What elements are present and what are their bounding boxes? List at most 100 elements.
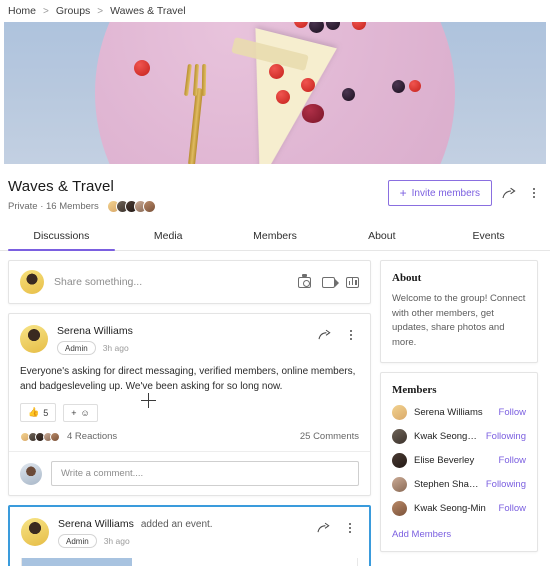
add-members-link[interactable]: Add Members <box>392 529 526 540</box>
more-vertical-icon[interactable] <box>526 185 542 201</box>
avatar <box>392 428 407 444</box>
tab-members[interactable]: Members <box>222 223 329 250</box>
list-item: Serena Williams Follow <box>392 404 526 420</box>
group-page: Home > Groups > Wawes & Travel Waves & T… <box>0 0 550 566</box>
post-body: Serena Williams Admin 3h ago Everyone's … <box>9 314 370 451</box>
about-title: About <box>392 272 422 284</box>
reaction-avatar-stack <box>20 431 60 442</box>
member-name[interactable]: Stephen Shawa.. <box>414 479 479 490</box>
follow-button[interactable]: Following <box>486 431 526 442</box>
member-name[interactable]: Serena Williams <box>414 407 492 418</box>
avatar <box>21 518 49 546</box>
follow-button[interactable]: Following <box>486 479 526 490</box>
tab-about[interactable]: About <box>328 223 435 250</box>
post-actions <box>316 518 358 536</box>
content-area: Share something... Serena Williams Admin… <box>0 251 550 566</box>
berry <box>276 90 290 104</box>
plus-icon: + <box>399 186 407 200</box>
follow-button[interactable]: Follow <box>499 407 526 418</box>
member-name[interactable]: Kwak Seong-Min <box>414 431 479 442</box>
avatar <box>20 325 48 353</box>
group-meta: Private · 16 Members <box>8 200 156 213</box>
comments-count[interactable]: 25 Comments <box>300 431 359 442</box>
smiley-icon: ☺ <box>80 407 90 418</box>
members-card: Members Serena Williams Follow Kwak Seon… <box>380 371 538 552</box>
like-button[interactable]: 👍 5 <box>20 403 57 422</box>
follow-button[interactable]: Follow <box>499 503 526 514</box>
sidebar: About Welcome to the group! Connect with… <box>380 260 538 566</box>
member-avatar-stack[interactable] <box>106 200 156 213</box>
breadcrumb-item-home[interactable]: Home <box>8 5 36 17</box>
post-composer[interactable]: Share something... <box>8 260 371 304</box>
page-title: Waves & Travel <box>8 178 114 195</box>
status-badge: Admin <box>57 341 96 355</box>
share-icon[interactable] <box>316 520 332 536</box>
berry <box>392 80 405 93</box>
about-card: About Welcome to the group! Connect with… <box>380 260 538 363</box>
post-author-block: Serena Williams Admin 3h ago <box>57 325 308 355</box>
group-header: Waves & Travel Private · 16 Members + In… <box>0 164 550 223</box>
post-author-name[interactable]: Serena Williams <box>58 518 134 530</box>
berry <box>409 80 421 92</box>
more-vertical-icon[interactable] <box>342 520 358 536</box>
group-cover-image <box>4 22 546 164</box>
group-privacy-members: Private · 16 Members <box>8 201 99 212</box>
fork-tine <box>201 63 207 97</box>
post-card: Serena Williams Admin 3h ago Everyone's … <box>8 313 371 496</box>
member-name[interactable]: Elise Beverley <box>414 455 492 466</box>
avatar <box>392 404 407 420</box>
share-icon[interactable] <box>317 327 333 343</box>
share-icon[interactable] <box>501 185 517 201</box>
invite-members-label: Invite members <box>411 187 480 199</box>
cursor-crosshair-icon <box>141 393 156 408</box>
invite-members-button[interactable]: + Invite members <box>387 180 492 206</box>
post-header: Serena Williams Admin 3h ago <box>20 325 359 355</box>
group-identity: Waves & Travel Private · 16 Members <box>8 178 156 213</box>
berry <box>134 60 150 76</box>
add-reaction-button[interactable]: + ☺ <box>63 403 98 422</box>
post-timestamp: 3h ago <box>103 536 130 546</box>
avatar <box>392 476 407 492</box>
share-something-input[interactable]: Share something... <box>54 276 288 288</box>
post-header: Serena Williams added an event. Admin 3h… <box>21 518 358 548</box>
tab-media[interactable]: Media <box>115 223 222 250</box>
like-count: 5 <box>43 407 49 418</box>
tab-events[interactable]: Events <box>435 223 542 250</box>
breadcrumb-separator-icon: > <box>43 5 49 17</box>
follow-button[interactable]: Follow <box>499 455 526 466</box>
post-body: Serena Williams added an event. Admin 3h… <box>10 507 369 548</box>
avatar <box>20 270 44 294</box>
plus-icon: + <box>71 407 77 418</box>
avatar <box>50 431 60 442</box>
avatar <box>142 200 156 213</box>
video-icon[interactable] <box>322 276 339 288</box>
breadcrumb-item-groups[interactable]: Groups <box>56 5 90 17</box>
status-badge: Admin <box>58 534 97 548</box>
more-vertical-icon[interactable] <box>343 327 359 343</box>
event-card-preview[interactable] <box>21 558 358 566</box>
post-text: Everyone's asking for direct messaging, … <box>20 366 356 392</box>
member-name[interactable]: Kwak Seong-Min <box>414 503 492 514</box>
list-item: Elise Beverley Follow <box>392 452 526 468</box>
post-timestamp: 3h ago <box>102 343 129 353</box>
breadcrumb-item-current[interactable]: Wawes & Travel <box>110 5 185 17</box>
berry <box>342 88 355 101</box>
composer-icons <box>298 274 359 288</box>
post-counts: 4 Reactions 25 Comments <box>20 422 359 451</box>
reactions-count[interactable]: 4 Reactions <box>67 431 117 442</box>
post-action-text: added an event. <box>140 519 213 530</box>
berry <box>269 64 284 79</box>
tab-discussions[interactable]: Discussions <box>8 223 115 251</box>
poll-icon[interactable] <box>346 276 359 288</box>
event-thumbnail <box>22 558 132 566</box>
breadcrumb-separator-icon: > <box>97 5 104 17</box>
berry <box>301 78 315 92</box>
post-author-name[interactable]: Serena Williams <box>57 325 133 337</box>
avatar <box>20 462 42 485</box>
camera-icon[interactable] <box>298 274 311 288</box>
members-title: Members <box>392 383 437 396</box>
reaction-bar: 👍 5 + ☺ <box>20 393 359 422</box>
post-card-selected: Serena Williams added an event. Admin 3h… <box>8 505 371 566</box>
comment-input[interactable]: Write a comment.... <box>51 461 359 486</box>
comment-composer: Write a comment.... <box>9 451 370 495</box>
